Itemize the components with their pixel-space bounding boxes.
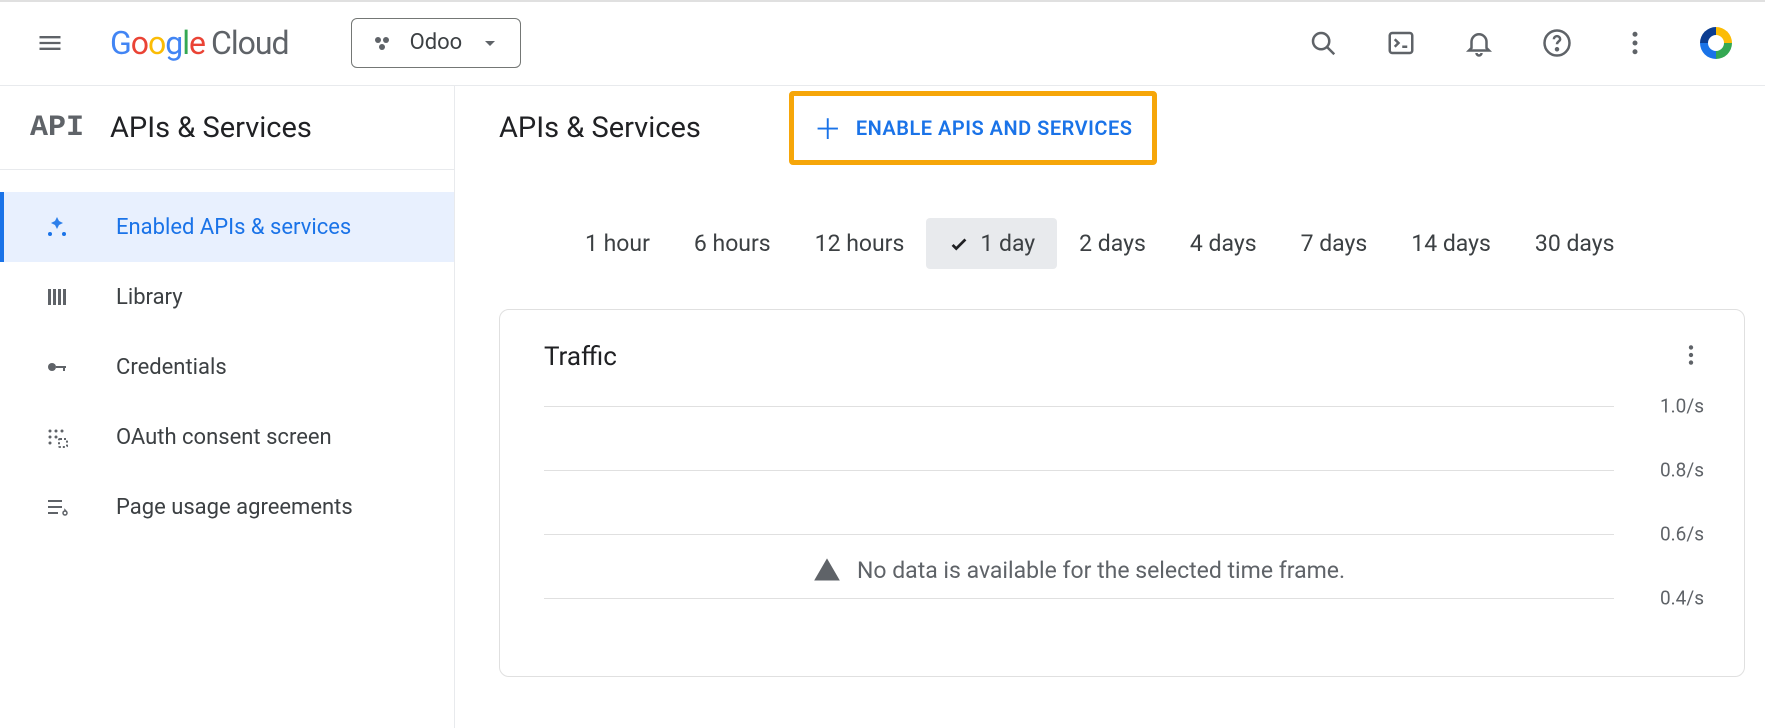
help-button[interactable] [1539,25,1575,61]
check-icon [948,233,970,255]
sidebar-item-label: OAuth consent screen [116,425,332,450]
avatar-icon [1696,23,1736,63]
enabled-apis-icon [42,215,72,239]
time-range-7days[interactable]: 7 days [1279,218,1390,269]
search-button[interactable] [1305,25,1341,61]
consent-screen-icon [42,425,72,449]
notifications-button[interactable] [1461,25,1497,61]
agreements-icon [42,495,72,519]
search-icon [1308,28,1338,58]
card-title: Traffic [544,342,1678,372]
sidebar-section-title: APIs & Services [110,111,312,145]
chevron-down-icon [478,31,502,55]
account-avatar[interactable] [1695,22,1737,64]
enable-apis-button[interactable]: ＋ ENABLE APIS AND SERVICES [789,91,1158,165]
project-name: Odoo [410,30,463,55]
sidebar-item-oauth-consent[interactable]: OAuth consent screen [0,402,454,472]
sidebar-item-label: Library [116,285,183,310]
plus-icon: ＋ [814,108,842,148]
time-range-6hours[interactable]: 6 hours [672,218,793,269]
time-range-1hour[interactable]: 1 hour [563,218,672,269]
key-icon [42,355,72,379]
time-range-14days[interactable]: 14 days [1389,218,1513,269]
sidebar-item-page-usage-agreements[interactable]: Page usage agreements [0,472,454,542]
time-range-label: 1 day [980,230,1035,257]
cloud-shell-button[interactable] [1383,25,1419,61]
time-range-1day[interactable]: 1 day [926,218,1057,269]
sidebar-item-credentials[interactable]: Credentials [0,332,454,402]
more-button[interactable] [1617,25,1653,61]
google-cloud-logo[interactable]: Google Cloud [110,24,289,62]
bell-icon [1464,28,1494,58]
topbar-actions [1305,22,1737,64]
card-menu-button[interactable] [1678,342,1704,372]
y-tick: 0.4/s [1660,587,1704,610]
logo-cloud-text: Cloud [211,24,289,62]
traffic-card: Traffic 1.0/s 0.8/s 0.6/s 0.4/s No data … [499,309,1745,677]
sidebar-item-enabled-apis[interactable]: Enabled APIs & services [0,192,454,262]
sidebar-item-label: Credentials [116,355,227,380]
no-data-text: No data is available for the selected ti… [857,557,1345,584]
sidebar-item-library[interactable]: Library [0,262,454,332]
more-vert-icon [1620,28,1650,58]
y-tick: 0.8/s [1660,459,1704,482]
sidebar-item-label: Enabled APIs & services [116,215,351,240]
time-range-selector: 1 hour 6 hours 12 hours 1 day 2 days 4 d… [499,218,1745,269]
sidebar: API APIs & Services Enabled APIs & servi… [0,86,455,728]
top-bar: Google Cloud Odoo [0,0,1765,86]
time-range-4days[interactable]: 4 days [1168,218,1279,269]
time-range-30days[interactable]: 30 days [1513,218,1637,269]
project-icon [370,31,394,55]
page-title: APIs & Services [499,111,701,145]
no-data-message: No data is available for the selected ti… [544,556,1614,584]
time-range-12hours[interactable]: 12 hours [793,218,927,269]
help-icon [1542,28,1572,58]
sidebar-item-label: Page usage agreements [116,495,353,520]
y-tick: 1.0/s [1660,395,1704,418]
y-tick: 0.6/s [1660,523,1704,546]
api-icon: API [30,111,84,145]
hamburger-menu-button[interactable] [28,21,72,65]
time-range-2days[interactable]: 2 days [1057,218,1168,269]
traffic-chart: 1.0/s 0.8/s 0.6/s 0.4/s No data is avail… [544,406,1704,666]
menu-icon [36,29,64,57]
enable-apis-label: ENABLE APIS AND SERVICES [856,116,1133,140]
library-icon [42,285,72,309]
main-content: APIs & Services ＋ ENABLE APIS AND SERVIC… [455,86,1765,728]
project-picker[interactable]: Odoo [351,18,522,68]
more-vert-icon [1678,342,1704,368]
warning-icon [813,556,841,584]
sidebar-section-header[interactable]: API APIs & Services [0,86,454,170]
cloud-shell-icon [1386,28,1416,58]
